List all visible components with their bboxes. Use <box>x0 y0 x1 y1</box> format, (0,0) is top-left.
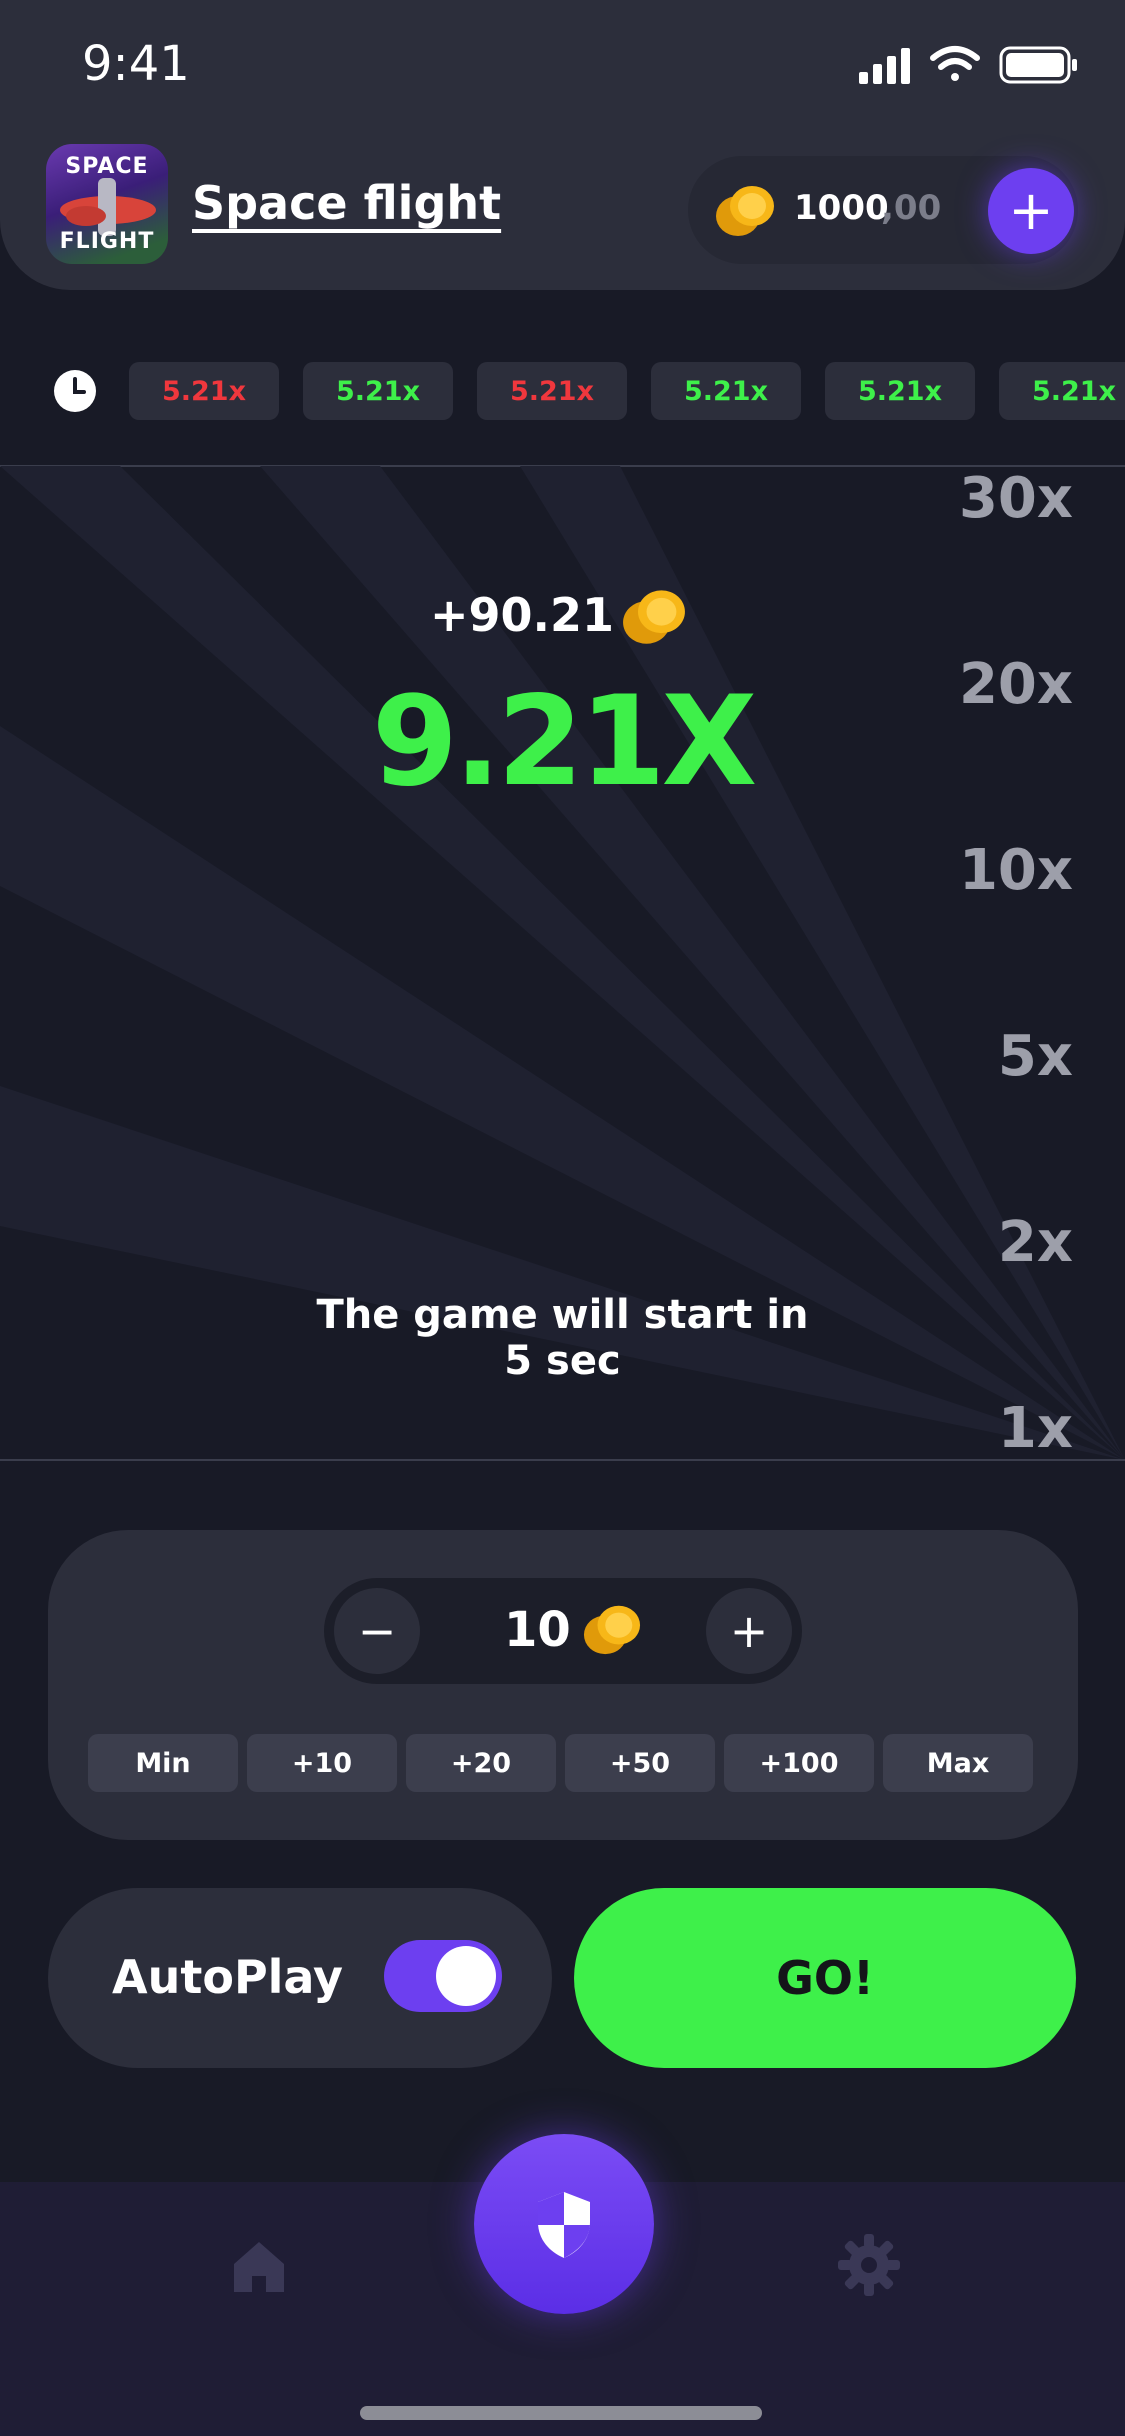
scale-label: 2x <box>997 1210 1073 1275</box>
game-title[interactable]: Space flight <box>192 176 501 230</box>
balance-amount: 1000 <box>794 188 889 228</box>
status-icons <box>859 46 1077 84</box>
increase-bet-button[interactable]: + <box>706 1588 792 1674</box>
logo-text-line2: FLIGHT <box>59 229 155 254</box>
bet-amount: 10 <box>504 1602 571 1658</box>
countdown-line2: 5 sec <box>504 1338 621 1384</box>
balance-pill: 1000 ,00 + <box>688 156 1078 264</box>
quick-bet-max[interactable]: Max <box>883 1734 1033 1792</box>
coin-icon <box>623 590 685 644</box>
history-chip: 5.21x <box>477 362 627 420</box>
balance-decimals: ,00 <box>881 188 942 228</box>
autoplay-label: AutoPlay <box>112 1950 344 2004</box>
battery-icon <box>999 46 1077 84</box>
coin-icon <box>716 186 774 236</box>
quick-bet-100[interactable]: +100 <box>724 1734 874 1792</box>
quick-bet-min[interactable]: Min <box>88 1734 238 1792</box>
add-funds-button[interactable]: + <box>988 168 1074 254</box>
shield-nav-button[interactable] <box>474 2134 654 2314</box>
clock-icon[interactable] <box>52 368 98 414</box>
go-button[interactable]: GO! <box>574 1888 1076 2068</box>
coin-icon <box>583 1605 641 1655</box>
toggle-knob <box>436 1946 496 2006</box>
scale-label: 1x <box>997 1396 1073 1460</box>
bet-panel: − 10 + Min +10 +20 +50 +100 Max <box>48 1530 1078 1840</box>
autoplay-toggle[interactable] <box>384 1940 502 2012</box>
quick-bet-row: Min +10 +20 +50 +100 Max <box>88 1734 1042 1792</box>
history-chip: 5.21x <box>129 362 279 420</box>
history-chip: 5.21x <box>651 362 801 420</box>
wifi-icon <box>930 46 980 81</box>
status-time: 9:41 <box>82 36 190 92</box>
scale-label: 10x <box>958 838 1073 903</box>
countdown-text: The game will start in 5 sec <box>0 1292 1125 1384</box>
history-chip: 5.21x <box>999 362 1125 420</box>
quick-bet-20[interactable]: +20 <box>406 1734 556 1792</box>
bet-stepper: − 10 + <box>324 1578 802 1684</box>
autoplay-card: AutoPlay <box>48 1888 552 2068</box>
scale-label: 30x <box>958 466 1073 531</box>
current-multiplier: 9.21X <box>371 670 758 814</box>
history-chip: 5.21x <box>303 362 453 420</box>
history-chip: 5.21x <box>825 362 975 420</box>
multiplier-history: 5.21x 5.21x 5.21x 5.21x 5.21x 5.21x <box>0 360 1125 422</box>
gear-icon[interactable] <box>836 2232 902 2298</box>
game-logo: SPACE FLIGHT <box>46 144 168 264</box>
quick-bet-50[interactable]: +50 <box>565 1734 715 1792</box>
decrease-bet-button[interactable]: − <box>334 1588 420 1674</box>
scale-label: 5x <box>997 1024 1073 1089</box>
countdown-line1: The game will start in <box>316 1292 809 1338</box>
win-amount: +90.21 <box>430 588 615 642</box>
home-indicator <box>360 2406 762 2420</box>
shield-icon <box>538 2192 590 2258</box>
logo-text-line1: SPACE <box>65 154 149 179</box>
quick-bet-10[interactable]: +10 <box>247 1734 397 1792</box>
home-icon[interactable] <box>228 2236 290 2298</box>
signal-icon <box>859 48 910 84</box>
game-area-bottom-divider <box>0 1459 1125 1461</box>
